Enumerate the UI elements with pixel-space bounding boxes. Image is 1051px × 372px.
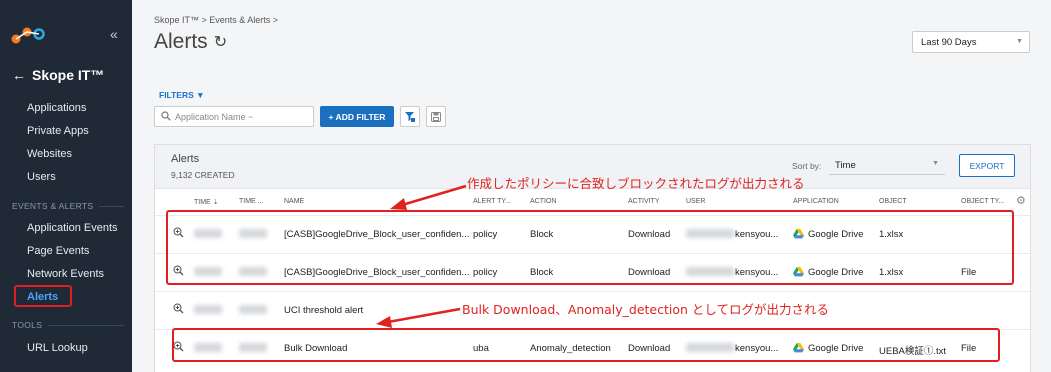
redacted-time-2	[239, 305, 267, 314]
bulk-download-highlight-box	[172, 328, 1000, 362]
collapse-sidebar-icon[interactable]: «	[110, 26, 118, 42]
alerts-highlight-box	[14, 285, 72, 307]
app-title[interactable]: ← Skope IT™	[12, 67, 104, 83]
sidebar-item-users[interactable]: Users	[27, 171, 56, 183]
refresh-icon[interactable]: ↻	[214, 32, 227, 52]
cell-name: UCI threshold alert	[284, 305, 364, 316]
sort-select[interactable]: Time ▼	[829, 156, 945, 175]
sidebar-item-application-events[interactable]: Application Events	[27, 222, 118, 234]
annotation-arrow-top	[390, 184, 467, 210]
save-icon	[431, 111, 441, 122]
column-header-object[interactable]: OBJECT	[879, 198, 907, 205]
column-header-user[interactable]: USER	[686, 198, 705, 205]
redacted-time	[194, 305, 222, 314]
column-header-action[interactable]: ACTION	[530, 198, 556, 205]
export-button[interactable]: EXPORT	[959, 154, 1015, 177]
search-input[interactable]: Application Name ~	[154, 106, 314, 127]
chevron-down-icon: ▼	[1016, 38, 1023, 45]
save-filter-button[interactable]	[426, 106, 446, 127]
column-header-name[interactable]: NAME	[284, 198, 304, 205]
zoom-in-icon[interactable]	[173, 303, 184, 314]
date-range-select[interactable]: Last 90 Days ▼	[912, 31, 1030, 53]
caret-down-icon: ▼	[196, 90, 205, 100]
annotation-bulk-download-log: Bulk Download、Anomaly_detection としてログが出力…	[462, 302, 830, 317]
sort-desc-icon: ⇣	[212, 199, 219, 206]
annotation-arrow-bottom	[376, 307, 461, 328]
alert-count: 9,132 CREATED	[171, 170, 235, 180]
sidebar-item-websites[interactable]: Websites	[27, 148, 72, 160]
back-arrow-icon[interactable]: ←	[12, 67, 26, 83]
section-events-alerts: EVENTS & ALERTS	[12, 201, 124, 211]
gear-icon[interactable]: ⚙	[1016, 194, 1026, 207]
breadcrumb[interactable]: Skope IT™ > Events & Alerts >	[154, 15, 278, 25]
column-header-time[interactable]: TIME ⇣	[194, 198, 219, 206]
column-header-application[interactable]: APPLICATION	[793, 198, 839, 205]
column-header-object-type[interactable]: OBJECT TY...	[961, 198, 1004, 205]
panel-title: Alerts	[171, 153, 200, 165]
page-title: Alerts ↻	[154, 30, 228, 53]
column-header-alert-type[interactable]: ALERT TY...	[473, 198, 511, 205]
netskope-logo	[11, 27, 45, 44]
sidebar-item-private-apps[interactable]: Private Apps	[27, 125, 89, 137]
sidebar-item-page-events[interactable]: Page Events	[27, 245, 89, 257]
sidebar-item-url-lookup[interactable]: URL Lookup	[27, 342, 88, 354]
filter-settings-button[interactable]	[400, 106, 420, 127]
sidebar: « ← Skope IT™ Applications Private Apps …	[0, 0, 132, 372]
search-icon	[161, 111, 171, 121]
sidebar-item-network-events[interactable]: Network Events	[27, 268, 104, 280]
add-filter-button[interactable]: + ADD FILTER	[320, 106, 394, 127]
sort-by-label: Sort by:	[792, 161, 822, 171]
filters-toggle[interactable]: FILTERS ▼	[159, 90, 205, 100]
sidebar-item-applications[interactable]: Applications	[27, 102, 86, 114]
column-header-activity[interactable]: ACTIVITY	[628, 198, 660, 205]
annotation-blocked-log: 作成したポリシーに合致しブロックされたログが出力される	[467, 176, 805, 191]
blocked-rows-highlight-box	[166, 210, 1014, 285]
chevron-down-icon: ▼	[932, 160, 939, 167]
column-header-time-2[interactable]: TIME ...	[239, 198, 264, 205]
section-tools: TOOLS	[12, 320, 124, 330]
filter-funnel-icon	[405, 111, 415, 122]
